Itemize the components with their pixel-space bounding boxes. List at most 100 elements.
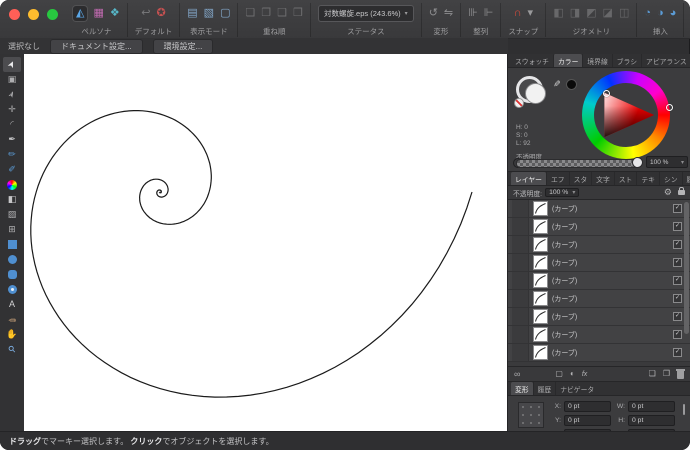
layer-visibility-checkbox[interactable]: ✓: [673, 258, 682, 267]
zoom-window-button[interactable]: [47, 9, 58, 20]
boolean-subtract-icon[interactable]: ◨: [570, 8, 580, 19]
layer-row[interactable]: (カーブ) ✓: [508, 326, 690, 344]
text-tool[interactable]: A: [3, 297, 21, 312]
colour-wheel[interactable]: [582, 71, 670, 159]
lock-icon[interactable]: [678, 187, 685, 195]
panel-tab[interactable]: 変形: [511, 382, 533, 395]
layer-visibility-checkbox[interactable]: ✓: [673, 330, 682, 339]
vector-view-icon[interactable]: ▤: [187, 8, 197, 19]
insert-behind-icon[interactable]: ◔: [644, 8, 651, 19]
insert-inside-icon[interactable]: ◑: [657, 8, 664, 19]
panel-tab[interactable]: スト: [613, 172, 637, 185]
layer-visibility-checkbox[interactable]: ✓: [673, 240, 682, 249]
panel-tab[interactable]: シン: [658, 172, 682, 185]
snapping-magnet-icon[interactable]: ∩: [514, 8, 522, 19]
move-to-back-icon[interactable]: ❒: [293, 8, 303, 19]
move-forward-icon[interactable]: ❐: [261, 8, 271, 19]
gradient-tool[interactable]: ◧: [3, 192, 21, 207]
panel-tab[interactable]: カラー: [552, 54, 583, 67]
opacity-slider-knob[interactable]: [632, 157, 643, 168]
layer-row[interactable]: (カーブ) ✓: [508, 308, 690, 326]
retina-view-icon[interactable]: ▢: [220, 8, 230, 19]
spiral-artwork[interactable]: [24, 54, 508, 432]
distribute-icon[interactable]: ⊩: [484, 8, 494, 19]
pen-tool[interactable]: ✒: [3, 132, 21, 147]
move-tool[interactable]: ➤: [3, 57, 21, 72]
layer-effects-icon[interactable]: fx: [582, 371, 587, 378]
panel-tab[interactable]: 文字: [591, 172, 614, 185]
panel-tab[interactable]: 履歴: [681, 172, 690, 185]
revert-defaults-icon[interactable]: ✪: [157, 8, 166, 19]
preferences-button[interactable]: 環境設定...: [152, 38, 214, 54]
logarithmic-spiral-curve[interactable]: [30, 110, 473, 398]
layer-visibility-checkbox[interactable]: ✓: [673, 276, 682, 285]
boolean-divide-icon[interactable]: ◪: [603, 8, 613, 19]
layer-row[interactable]: (カーブ) ✓: [508, 344, 690, 362]
document-setup-button[interactable]: ドキュメント設定...: [50, 38, 143, 54]
vector-brush-tool[interactable]: ✐: [3, 162, 21, 177]
view-hand-tool[interactable]: ✋: [3, 327, 21, 342]
pixel-view-icon[interactable]: ▧: [204, 8, 214, 19]
close-window-button[interactable]: [9, 9, 20, 20]
layers-scrollbar[interactable]: [684, 202, 689, 334]
minimize-window-button[interactable]: [28, 9, 39, 20]
layer-visibility-checkbox[interactable]: ✓: [673, 294, 682, 303]
pencil-tool[interactable]: ✏: [3, 147, 21, 162]
layers-opacity-dropdown[interactable]: 100 % ▾: [545, 188, 580, 197]
layer-row[interactable]: (カーブ) ✓: [508, 272, 690, 290]
panel-tab[interactable]: エフ: [545, 172, 569, 185]
panel-tab[interactable]: アピアランス: [641, 54, 690, 67]
move-backward-icon[interactable]: ❑: [277, 8, 287, 19]
hue-marker[interactable]: [666, 104, 673, 111]
ellipse-tool[interactable]: [3, 252, 21, 267]
corner-tool[interactable]: ◜: [3, 117, 21, 132]
layer-visibility-checkbox[interactable]: ✓: [673, 222, 682, 231]
zoom-tool[interactable]: ⚲: [3, 342, 21, 357]
anchor-point-selector[interactable]: [518, 402, 544, 428]
document-canvas[interactable]: [24, 54, 508, 432]
panel-tab[interactable]: ブラシ: [611, 54, 641, 67]
rounded-rectangle-tool[interactable]: [3, 267, 21, 282]
pixel-persona-icon[interactable]: ▦: [93, 8, 103, 19]
mask-layer-icon[interactable]: ▢: [555, 370, 563, 378]
designer-persona-icon[interactable]: ◭: [73, 6, 88, 21]
eyedropper-icon[interactable]: ✎: [550, 80, 561, 88]
panel-tab[interactable]: 履歴: [532, 382, 556, 395]
panel-tab[interactable]: ナビゲータ: [555, 382, 598, 395]
export-persona-icon[interactable]: ❖: [110, 8, 120, 19]
layer-row[interactable]: (カーブ) ✓: [508, 236, 690, 254]
flip-icon[interactable]: ⇋: [444, 8, 453, 19]
layer-visibility-checkbox[interactable]: ✓: [673, 312, 682, 321]
insert-on-top-icon[interactable]: ◕: [670, 8, 677, 19]
donut-tool[interactable]: [3, 282, 21, 297]
transform-field-input[interactable]: 0 pt: [628, 400, 675, 412]
duplicate-layer-icon[interactable]: ❐: [663, 370, 670, 378]
panel-scrollbar[interactable]: [683, 404, 685, 415]
synchronise-defaults-icon[interactable]: ↩: [141, 8, 150, 19]
layer-row[interactable]: (カーブ) ✓: [508, 200, 690, 218]
opacity-value-dropdown[interactable]: 100 % ▾: [646, 156, 688, 168]
blend-ranges-icon[interactable]: ∞: [514, 369, 520, 379]
crop-tool[interactable]: ⊞: [3, 222, 21, 237]
fill-tool[interactable]: [3, 177, 21, 192]
snapping-caret-icon[interactable]: ▾: [528, 8, 534, 19]
layer-visibility-checkbox[interactable]: ✓: [673, 348, 682, 357]
panel-tab[interactable]: 境界線: [582, 54, 611, 67]
layer-row[interactable]: (カーブ) ✓: [508, 218, 690, 236]
rotate-icon[interactable]: ↺: [429, 8, 438, 19]
artboard-tool[interactable]: ▣: [3, 72, 21, 87]
node-tool[interactable]: ➢: [3, 87, 21, 102]
transform-field-input[interactable]: 0 pt: [564, 414, 611, 426]
saturation-lightness-marker[interactable]: [603, 90, 610, 97]
point-transform-tool[interactable]: ✛: [3, 102, 21, 117]
fill-swatch[interactable]: [525, 83, 546, 104]
boolean-add-icon[interactable]: ◧: [553, 8, 563, 19]
layer-row[interactable]: (カーブ) ✓: [508, 254, 690, 272]
panel-tab[interactable]: テキ: [636, 172, 659, 185]
blend-options-gear-icon[interactable]: ⚙: [664, 188, 672, 197]
transform-field-input[interactable]: 0 pt: [628, 414, 675, 426]
panel-tab[interactable]: スウォッチ: [511, 54, 553, 67]
transparency-tool[interactable]: ▨: [3, 207, 21, 222]
layer-row[interactable]: (カーブ) ✓: [508, 290, 690, 308]
add-layer-icon[interactable]: ❏: [649, 370, 656, 378]
